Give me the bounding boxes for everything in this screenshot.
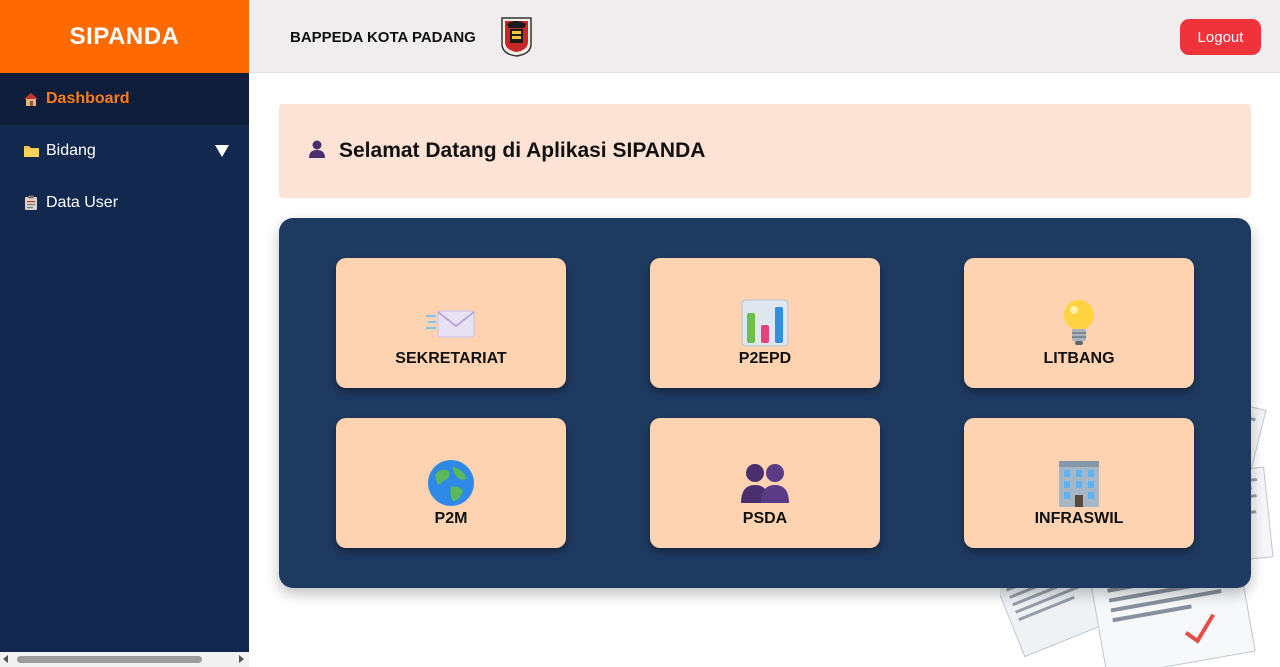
city-emblem-logo (500, 16, 533, 57)
bidang-panel: SEKRETARIAT P2EPD LITBANG P2M PSDA INFRA… (279, 218, 1251, 588)
sidebar-item-bidang[interactable]: Bidang (0, 125, 249, 177)
sidebar-item-label: Data User (46, 194, 119, 211)
house-icon (22, 91, 40, 107)
card-p2m[interactable]: P2M (336, 418, 566, 548)
card-label: P2EPD (738, 350, 792, 367)
globe-icon (426, 458, 476, 508)
scrollbar-thumb[interactable] (17, 656, 202, 663)
card-label: P2M (434, 510, 468, 527)
folder-icon (22, 143, 40, 159)
scroll-left-icon[interactable] (3, 655, 8, 663)
card-infraswil[interactable]: INFRASWIL (964, 418, 1194, 548)
brand-title: SIPANDA (0, 0, 249, 73)
clipboard-icon (22, 195, 40, 211)
sidebar-item-label: Bidang (46, 142, 96, 159)
building-icon (1054, 458, 1104, 508)
chevron-down-icon[interactable] (215, 145, 229, 157)
card-litbang[interactable]: LITBANG (964, 258, 1194, 388)
sidebar: SIPANDA Dashboard Bidang Data User (0, 0, 249, 652)
welcome-title: Selamat Datang di Aplikasi SIPANDA (339, 139, 706, 162)
card-label: LITBANG (1043, 350, 1115, 367)
card-label: INFRASWIL (1034, 510, 1124, 527)
card-label: SEKRETARIAT (395, 350, 507, 367)
logout-button[interactable]: Logout (1180, 19, 1261, 55)
sidebar-item-dashboard[interactable]: Dashboard (0, 73, 249, 125)
lightbulb-icon (1054, 298, 1104, 348)
sidebar-item-label: Dashboard (46, 90, 130, 107)
user-icon (307, 139, 327, 164)
scroll-right-icon[interactable] (239, 655, 244, 663)
envelope-icon (426, 298, 476, 348)
welcome-banner: Selamat Datang di Aplikasi SIPANDA (279, 104, 1251, 198)
card-sekretariat[interactable]: SEKRETARIAT (336, 258, 566, 388)
card-psda[interactable]: PSDA (650, 418, 880, 548)
people-icon (740, 458, 790, 508)
organization-name: BAPPEDA KOTA PADANG (290, 29, 476, 46)
card-label: PSDA (742, 510, 788, 527)
horizontal-scrollbar[interactable] (0, 652, 249, 667)
sidebar-item-data-user[interactable]: Data User (0, 177, 249, 229)
app-root: SIPANDA Dashboard Bidang Data User BAPPE… (0, 0, 1280, 667)
bar-chart-icon (740, 298, 790, 348)
top-header: BAPPEDA KOTA PADANG Logout (249, 0, 1280, 73)
card-p2epd[interactable]: P2EPD (650, 258, 880, 388)
